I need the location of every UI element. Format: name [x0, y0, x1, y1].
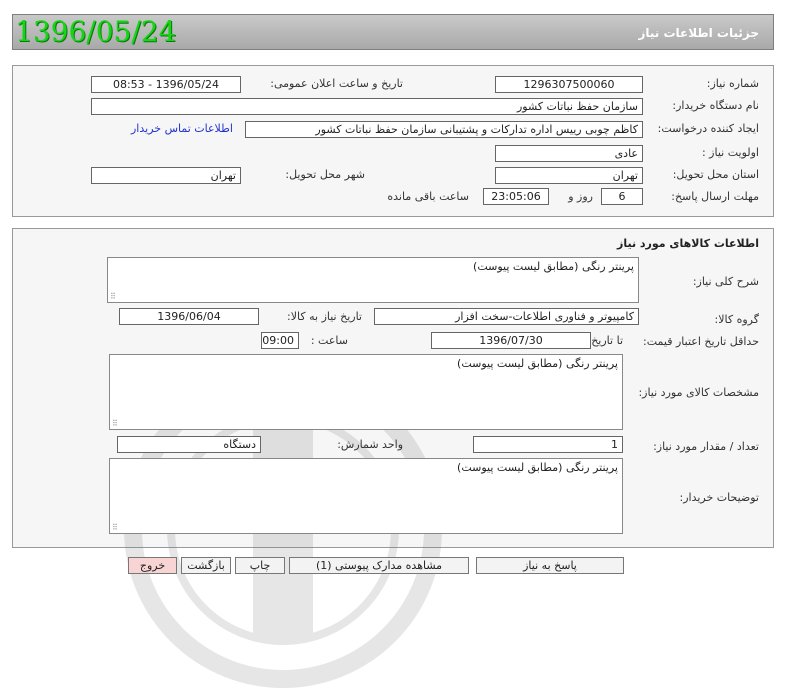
province-label: استان محل تحویل: — [672, 168, 759, 181]
back-button[interactable]: بازگشت — [181, 557, 231, 574]
days-field: 6 — [601, 188, 643, 205]
header-date: 1396/05/24 — [15, 15, 177, 48]
qty-label: تعداد / مقدار مورد نیاز: — [653, 440, 759, 453]
contact-link[interactable]: اطلاعات تماس خریدار — [131, 122, 233, 135]
deadline-label: مهلت ارسال پاسخ: — [671, 190, 759, 203]
city-field: تهران — [91, 167, 241, 184]
priority-label: اولویت نیاز : — [701, 146, 759, 159]
resize-grip-icon: ⠿ — [112, 523, 118, 532]
exit-button[interactable]: خروج — [128, 557, 177, 574]
announce-field: 1396/05/24 - 08:53 — [91, 76, 241, 93]
time-left-label: ساعت باقی مانده — [387, 190, 469, 203]
specs-textarea: پرینتر رنگی (مطابق لیست پیوست) ⠿ — [109, 354, 623, 430]
need-info-panel: شماره نیاز: 1296307500060 تاریخ و ساعت ا… — [12, 65, 774, 217]
specs-label: مشخصات کالای مورد نیاز: — [638, 386, 759, 399]
goods-panel: اطلاعات کالاهای مورد نیاز شرح کلی نیاز: … — [12, 228, 774, 688]
summary-label: شرح کلی نیاز: — [692, 275, 759, 288]
need-date-field: 1396/06/04 — [119, 308, 259, 325]
need-number-field: 1296307500060 — [495, 76, 643, 93]
buyer-notes-label: توضیحات خریدار: — [679, 491, 760, 504]
need-date-label: تاریخ نیاز به کالا: — [287, 310, 362, 323]
until-date-field: 1396/07/30 — [431, 332, 591, 349]
specs-text: پرینتر رنگی (مطابق لیست پیوست) — [457, 357, 618, 370]
priority-field: عادی — [495, 145, 643, 162]
print-button[interactable]: چاپ — [235, 557, 285, 574]
unit-field: دستگاه — [117, 436, 261, 453]
summary-textarea: پرینتر رنگی (مطابق لیست پیوست) ⠿ — [107, 257, 639, 303]
city-label: شهر محل تحویل: — [285, 168, 365, 181]
group-field: کامپیوتر و فناوری اطلاعات-سخت افزار — [374, 308, 639, 325]
time-left-field: 23:05:06 — [483, 188, 549, 205]
buyer-org-label: نام دستگاه خریدار: — [672, 99, 759, 112]
group-label: گروه کالا: — [714, 313, 759, 326]
qty-field: 1 — [473, 436, 623, 453]
min-price-label: حداقل تاریخ اعتبار قیمت: — [643, 335, 759, 348]
days-label: روز و — [568, 190, 593, 203]
buyer-org-field: سازمان حفظ نباتات کشور — [91, 98, 643, 115]
view-docs-button[interactable]: مشاهده مدارک پیوستی (1) — [289, 557, 469, 574]
province-field: تهران — [495, 167, 643, 184]
need-number-label: شماره نیاز: — [706, 77, 759, 90]
resize-grip-icon: ⠿ — [110, 292, 116, 301]
summary-text: پرینتر رنگی (مطابق لیست پیوست) — [473, 260, 634, 273]
requester-label: ایجاد کننده درخواست: — [657, 122, 759, 135]
page-header: 1396/05/24 جزئیات اطلاعات نیاز — [12, 14, 774, 50]
time-label: ساعت : — [310, 334, 348, 347]
announce-label: تاریخ و ساعت اعلان عمومی: — [270, 77, 403, 90]
buyer-notes-text: پرینتر رنگی (مطابق لیست پیوست) — [457, 461, 618, 474]
unit-label: واحد شمارش: — [337, 438, 403, 451]
requester-field: کاظم چوبی رییس اداره تدارکات و پشتیبانی … — [245, 121, 643, 138]
resize-grip-icon: ⠿ — [112, 419, 118, 428]
reply-button[interactable]: پاسخ به نیاز — [476, 557, 624, 574]
buyer-notes-textarea: پرینتر رنگی (مطابق لیست پیوست) ⠿ — [109, 458, 623, 534]
header-title: جزئیات اطلاعات نیاز — [638, 26, 759, 40]
time-field: 09:00 — [261, 332, 299, 349]
goods-section-title: اطلاعات کالاهای مورد نیاز — [617, 237, 759, 250]
